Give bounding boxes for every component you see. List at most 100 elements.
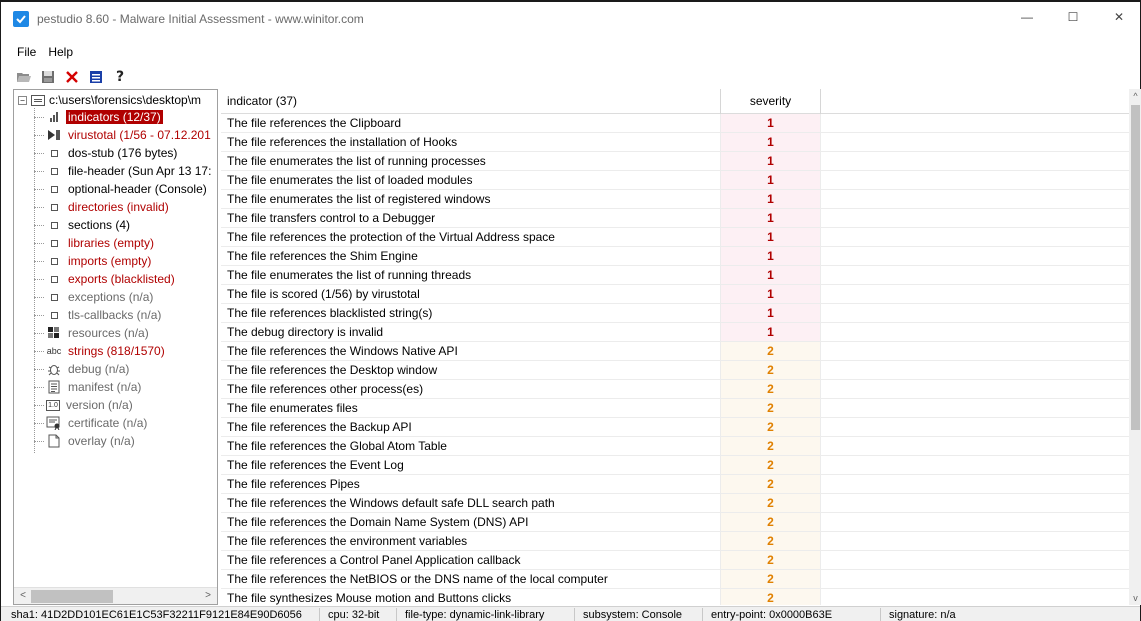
scroll-down-icon[interactable]: v xyxy=(1129,591,1141,605)
tree-item-label: debug (n/a) xyxy=(68,362,130,376)
severity-cell: 2 xyxy=(721,361,821,379)
table-row[interactable]: The file references the Windows default … xyxy=(221,494,1129,513)
severity-cell: 1 xyxy=(721,171,821,189)
table-row[interactable]: The file references blacklisted string(s… xyxy=(221,304,1129,323)
table-row[interactable]: The file references the NetBIOS or the D… xyxy=(221,570,1129,589)
table-row[interactable]: The file enumerates the list of register… xyxy=(221,190,1129,209)
table-vertical-scrollbar[interactable]: ^ v xyxy=(1129,89,1141,605)
table-row[interactable]: The file references the protection of th… xyxy=(221,228,1129,247)
file-icon xyxy=(31,94,45,106)
save-button[interactable] xyxy=(39,68,57,86)
indicator-cell: The file references the Desktop window xyxy=(221,361,721,379)
table-row[interactable]: The file enumerates the list of loaded m… xyxy=(221,171,1129,190)
tree-item[interactable]: directories (invalid) xyxy=(34,198,171,216)
tree-item[interactable]: tls-callbacks (n/a) xyxy=(34,306,163,324)
collapse-icon[interactable]: − xyxy=(18,95,27,105)
scroll-right-icon[interactable]: > xyxy=(201,590,215,603)
severity-cell: 2 xyxy=(721,456,821,474)
tree-item[interactable]: debug (n/a) xyxy=(34,360,131,378)
table-row[interactable]: The file is scored (1/56) by virustotal 1 xyxy=(221,285,1129,304)
status-cpu: cpu: 32-bit xyxy=(328,609,380,621)
column-header-indicator[interactable]: indicator (37) xyxy=(221,89,721,114)
tree-item[interactable]: optional-header (Console) xyxy=(34,180,209,198)
tree-connector xyxy=(34,368,44,370)
tree-item[interactable]: exceptions (n/a) xyxy=(34,288,155,306)
table-row[interactable]: The file enumerates the list of running … xyxy=(221,152,1129,171)
table-row[interactable]: The file references other process(es) 2 xyxy=(221,380,1129,399)
tree-item-label: overlay (n/a) xyxy=(68,434,135,448)
indicator-cell: The file transfers control to a Debugger xyxy=(221,209,721,227)
table-body: The file references the Clipboard 1 The fi… xyxy=(221,114,1129,605)
close-button[interactable]: ✕ xyxy=(1096,2,1141,32)
tree-item[interactable]: manifest (n/a) xyxy=(34,378,143,396)
table-row[interactable]: The file enumerates the list of running … xyxy=(221,266,1129,285)
table-row[interactable]: The file references the environment vari… xyxy=(221,532,1129,551)
resources-icon xyxy=(46,326,62,340)
box-icon xyxy=(46,272,62,286)
table-row[interactable]: The file references the installation of … xyxy=(221,133,1129,152)
maximize-icon: ☐ xyxy=(1067,10,1079,24)
tree-item[interactable]: exports (blacklisted) xyxy=(34,270,177,288)
table-row[interactable]: The file references Pipes 2 xyxy=(221,475,1129,494)
tree-connector xyxy=(34,260,44,262)
box-icon xyxy=(46,182,62,196)
table-row[interactable]: The file references the Clipboard 1 xyxy=(221,114,1129,133)
tree-connector xyxy=(34,152,44,154)
open-button[interactable] xyxy=(15,68,33,86)
tree-item[interactable]: indicators (12/37) xyxy=(34,108,163,126)
table-row[interactable]: The file references a Control Panel Appl… xyxy=(221,551,1129,570)
help-button[interactable]: ? xyxy=(111,68,129,86)
table-row[interactable]: The file references the Desktop window 2 xyxy=(221,361,1129,380)
table-row[interactable]: The file references the Shim Engine 1 xyxy=(221,247,1129,266)
severity-cell: 1 xyxy=(721,190,821,208)
indicator-cell: The file references the Clipboard xyxy=(221,114,721,132)
table-row[interactable]: The file enumerates files 2 xyxy=(221,399,1129,418)
minimize-button[interactable]: — xyxy=(1004,2,1050,32)
menu-help[interactable]: Help xyxy=(42,42,79,62)
list-button[interactable] xyxy=(87,68,105,86)
table-row[interactable]: The file transfers control to a Debugger… xyxy=(221,209,1129,228)
indicators-table: indicator (37) severity The file referen… xyxy=(221,89,1141,605)
indicator-cell: The file references the Windows default … xyxy=(221,494,721,512)
table-row[interactable]: The file references the Windows Native A… xyxy=(221,342,1129,361)
save-icon xyxy=(42,71,54,83)
scroll-up-icon[interactable]: ^ xyxy=(1129,89,1141,103)
tree-item[interactable]: certificate (n/a) xyxy=(34,414,149,432)
tree-item[interactable]: resources (n/a) xyxy=(34,324,151,342)
table-row[interactable]: The file references the Backup API 2 xyxy=(221,418,1129,437)
tree-item[interactable]: 1.0 version (n/a) xyxy=(34,396,135,414)
indicator-cell: The file references the Shim Engine xyxy=(221,247,721,265)
severity-cell: 2 xyxy=(721,551,821,569)
tree-item[interactable]: abc strings (818/1570) xyxy=(34,342,167,360)
status-separator xyxy=(574,608,575,621)
table-row[interactable]: The file references the Global Atom Tabl… xyxy=(221,437,1129,456)
scrollbar-thumb[interactable] xyxy=(1131,105,1140,430)
tree-root[interactable]: − c:\users\forensics\desktop\m xyxy=(18,92,201,108)
scroll-left-icon[interactable]: < xyxy=(16,590,30,603)
tree-item[interactable]: file-header (Sun Apr 13 17: xyxy=(34,162,213,180)
maximize-button[interactable]: ☐ xyxy=(1050,2,1096,32)
version-icon: 1.0 xyxy=(46,399,60,411)
indicator-cell: The file enumerates the list of running … xyxy=(221,152,721,170)
table-row[interactable]: The file references the Domain Name Syst… xyxy=(221,513,1129,532)
delete-button[interactable] xyxy=(63,68,81,86)
indicator-cell: The file references the NetBIOS or the D… xyxy=(221,570,721,588)
column-header-severity[interactable]: severity xyxy=(721,89,821,114)
tree-item[interactable]: overlay (n/a) xyxy=(34,432,137,450)
scrollbar-thumb[interactable] xyxy=(31,590,113,603)
tree-item[interactable]: sections (4) xyxy=(34,216,132,234)
table-row[interactable]: The file references the Event Log 2 xyxy=(221,456,1129,475)
tree-pane: − c:\users\forensics\desktop\m indicator… xyxy=(13,89,218,605)
table-row[interactable]: The file synthesizes Mouse motion and Bu… xyxy=(221,589,1129,605)
tree-horizontal-scrollbar[interactable]: < > xyxy=(14,587,217,604)
tree-item[interactable]: dos-stub (176 bytes) xyxy=(34,144,179,162)
tree-item[interactable]: imports (empty) xyxy=(34,252,153,270)
menu-file[interactable]: File xyxy=(1,42,42,62)
tree-item[interactable]: virustotal (1/56 - 07.12.201 xyxy=(34,126,213,144)
window-title: pestudio 8.60 - Malware Initial Assessme… xyxy=(37,12,364,26)
severity-cell: 1 xyxy=(721,152,821,170)
table-row[interactable]: The debug directory is invalid 1 xyxy=(221,323,1129,342)
box-icon xyxy=(46,146,62,160)
tree-item[interactable]: libraries (empty) xyxy=(34,234,156,252)
tree-connector xyxy=(34,116,44,118)
